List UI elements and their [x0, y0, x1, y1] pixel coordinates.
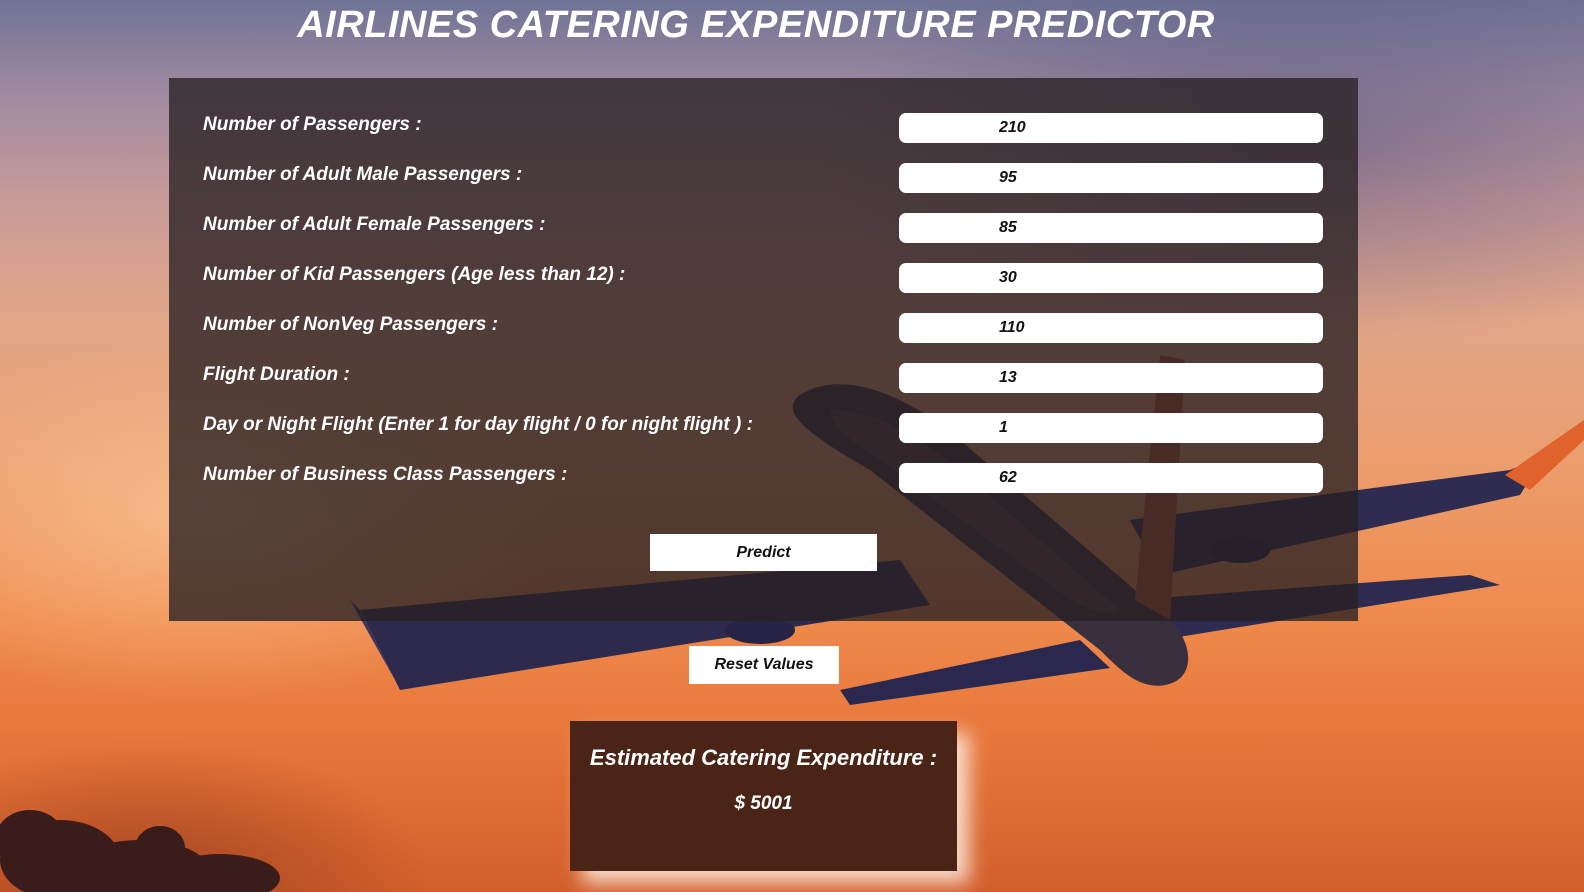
reset-values-button[interactable]: Reset Values: [689, 646, 839, 684]
business-class-passengers-input[interactable]: [899, 463, 1323, 493]
kid-passengers-input[interactable]: [899, 263, 1323, 293]
adult-male-passengers-label: Number of Adult Male Passengers :: [203, 164, 523, 185]
day-night-flight-label: Day or Night Flight (Enter 1 for day fli…: [203, 414, 753, 435]
lower-wing: [840, 640, 1110, 705]
adult-female-passengers-label: Number of Adult Female Passengers :: [203, 214, 546, 235]
flight-duration-label: Flight Duration :: [203, 364, 350, 385]
result-value: $ 5001: [734, 793, 793, 814]
day-night-flight-input[interactable]: [899, 413, 1323, 443]
nonveg-passengers-label: Number of NonVeg Passengers :: [203, 314, 498, 335]
passengers-label: Number of Passengers :: [203, 114, 422, 135]
predict-button[interactable]: Predict: [650, 534, 877, 571]
flight-duration-input[interactable]: [899, 363, 1323, 393]
business-class-passengers-label: Number of Business Class Passengers :: [203, 464, 568, 485]
result-panel: Estimated Catering Expenditure : $ 5001: [570, 721, 957, 871]
adult-male-passengers-input[interactable]: [899, 163, 1323, 193]
right-winglet: [1505, 420, 1584, 490]
adult-female-passengers-input[interactable]: [899, 213, 1323, 243]
result-heading: Estimated Catering Expenditure :: [589, 745, 938, 770]
input-form-panel: Number of Passengers : Number of Adult M…: [169, 78, 1358, 621]
page-title: AIRLINES CATERING EXPENDITURE PREDICTOR: [297, 4, 1215, 46]
passengers-input[interactable]: [899, 113, 1323, 143]
clouds-silhouette: [0, 810, 280, 892]
nonveg-passengers-input[interactable]: [899, 313, 1323, 343]
kid-passengers-label: Number of Kid Passengers (Age less than …: [203, 264, 626, 285]
